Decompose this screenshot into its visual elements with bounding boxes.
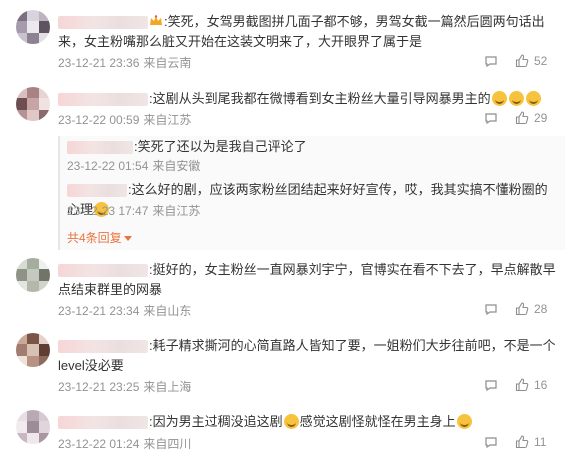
comment-actions: 16 [484, 378, 547, 392]
comment-actions: 52 [484, 54, 547, 68]
share-icon[interactable] [484, 435, 498, 449]
reply-meta: 23-12-22 01:54 来自安徽 [67, 157, 204, 174]
share-icon[interactable] [484, 54, 498, 68]
reply-text: :笑死了还以为是我自己评论了 [67, 137, 557, 157]
comment-location: 来自四川 [143, 437, 192, 451]
thumbs-up-icon[interactable] [515, 302, 529, 316]
username[interactable] [58, 16, 148, 30]
comment-date: 23-12-21 23:36 [58, 56, 140, 70]
crown-badge-icon [150, 15, 162, 25]
reply-date: 23-12-22 01:54 [67, 159, 149, 173]
comment-location: 来自上海 [143, 380, 192, 394]
username[interactable] [67, 184, 127, 198]
comment-actions: 29 [484, 111, 547, 125]
comment-location: 来自云南 [143, 56, 192, 70]
thumbs-up-icon[interactable] [515, 378, 529, 392]
comment-meta: 23-12-21 23:34 来自山东 [58, 302, 195, 319]
thumbs-up-icon[interactable] [515, 111, 529, 125]
laughing-emoji-icon [456, 414, 472, 429]
avatar[interactable] [16, 333, 50, 367]
comment-text: :这剧从头到尾我都在微博看到女主粉丝大量引导网暴男主的 [58, 89, 563, 109]
laughing-emoji-icon [283, 414, 299, 429]
comment-date: 23-12-21 23:34 [58, 304, 140, 318]
comment-text: :笑死，女驾男截图拼几面子都不够，男驾女截一篇然后圆两句话出来，女主粉嘴那么脏又… [58, 14, 545, 49]
comment-date: 23-12-21 23:25 [58, 380, 140, 394]
like-count: 11 [534, 435, 547, 449]
comment-meta: 23-12-21 23:36 来自云南 [58, 54, 195, 71]
like-count: 29 [534, 111, 548, 125]
comment-meta: 23-12-21 23:25 来自上海 [58, 378, 195, 395]
thumbs-up-icon[interactable] [515, 54, 529, 68]
share-icon[interactable] [484, 302, 498, 316]
laughing-emoji-icon [508, 91, 524, 106]
caret-down-icon [123, 236, 132, 241]
comment-actions: 28 [484, 302, 547, 316]
comment-location: 来自江苏 [143, 113, 192, 127]
avatar[interactable] [16, 10, 50, 44]
like-count: 28 [534, 302, 548, 316]
comment-text: :耗子精求撕河的心简直路人皆知了要，一姐粉们大步往前吧，不是一个level没必要 [58, 338, 556, 373]
comment-actions: 11 [484, 435, 546, 449]
comment-meta: 23-12-22 01:24 来自四川 [58, 435, 195, 452]
thumbs-up-icon[interactable] [515, 435, 529, 449]
reply-thread: :笑死了还以为是我自己评论了 23-12-22 01:54 来自安徽 :这么好的剧… [58, 136, 565, 250]
reply-location: 来自安徽 [152, 159, 201, 173]
comment-date: 23-12-22 01:24 [58, 437, 140, 451]
share-icon[interactable] [484, 378, 498, 392]
comment-text: :因为男主过稠没追这剧 感觉这剧怪就怪在男主身上 [58, 412, 563, 432]
laughing-emoji-icon [525, 91, 541, 106]
avatar[interactable] [16, 410, 50, 444]
laughing-emoji-icon [491, 91, 507, 106]
reply-location: 来自江苏 [152, 204, 201, 218]
username[interactable] [58, 93, 148, 107]
comment-meta: 23-12-22 00:59 来自江苏 [58, 111, 195, 128]
like-count: 52 [534, 54, 548, 68]
comment-location: 来自山东 [143, 304, 192, 318]
reply-meta: 23-12-23 17:47 来自江苏 [67, 202, 204, 219]
username[interactable] [67, 141, 133, 155]
avatar[interactable] [16, 258, 50, 292]
share-icon[interactable] [484, 111, 498, 125]
reply-date: 23-12-23 17:47 [67, 204, 149, 218]
like-count: 16 [534, 378, 548, 392]
comment-text: :挺好的，女主粉丝一直网暴刘宇宁，官博实在看不下去了，早点解散早点结束群里的网暴 [58, 262, 556, 297]
more-replies-link[interactable]: 共4条回复 [67, 229, 132, 246]
username[interactable] [58, 264, 148, 278]
username[interactable] [58, 340, 148, 354]
avatar[interactable] [16, 87, 50, 121]
username[interactable] [58, 416, 148, 430]
comment-date: 23-12-22 00:59 [58, 113, 140, 127]
